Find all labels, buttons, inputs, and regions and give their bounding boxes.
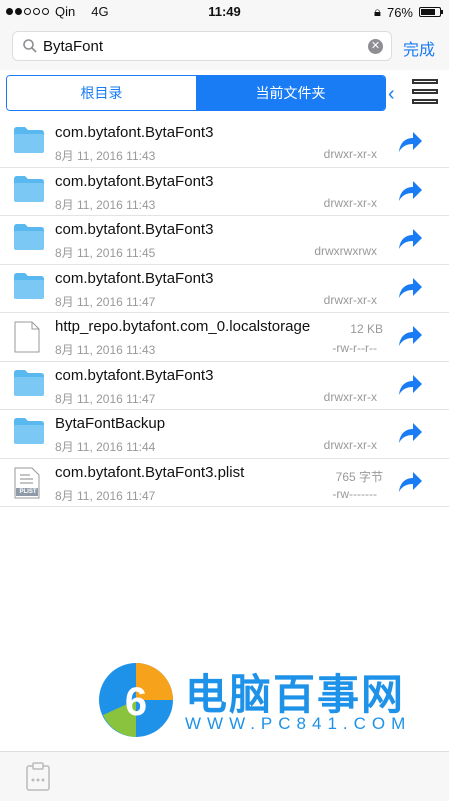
watermark-title: 电脑百事网 (185, 671, 406, 718)
watermark-url: WWW.PC841.COM (185, 714, 412, 733)
file-date: 8月 11, 2016 11:47 (55, 294, 156, 309)
search-bar: BytaFont ✕ 完成 (0, 24, 449, 70)
share-arrow-icon (399, 229, 422, 249)
folder-icon (14, 272, 44, 299)
file-icon-wrap: PLIST (14, 467, 40, 504)
file-date: 8月 11, 2016 11:43 (55, 149, 156, 163)
watermark-logo: 6 (99, 663, 173, 737)
file-date: 8月 11, 2016 11:45 (55, 246, 156, 260)
share-arrow-icon (399, 471, 422, 492)
clipboard-icon[interactable] (25, 762, 51, 792)
file-icon-wrap (14, 127, 44, 158)
share-arrow-icon (399, 180, 422, 201)
share-button[interactable] (397, 422, 423, 449)
battery-percent: 76% (386, 4, 413, 20)
search-value: BytaFont (43, 38, 104, 55)
file-date: 8月 11, 2016 11:43 (55, 197, 156, 212)
plist-icon-label: PLIST (19, 488, 37, 495)
file-permissions: drwxrwxrwx (314, 244, 377, 258)
file-size: 765 字节 (335, 469, 383, 484)
file-icon-wrap (14, 321, 40, 358)
status-bar: Qin 4G 11:49 🔒︎ 76% (0, 0, 449, 24)
file-date: 8月 11, 2016 11:43 (55, 343, 156, 357)
share-button[interactable] (397, 471, 423, 498)
file-row[interactable]: PLIST com.bytafont.BytaFont3.plist 8月 11, … (0, 459, 449, 507)
file-permissions: drwxr-xr-x (323, 389, 377, 404)
share-arrow-icon (399, 374, 422, 395)
share-arrow-icon (399, 326, 422, 346)
share-button[interactable] (397, 228, 423, 255)
share-button[interactable] (397, 277, 423, 304)
bottom-toolbar (0, 751, 449, 801)
search-icon (23, 39, 37, 53)
file-name: com.bytafont.BytaFont3 (55, 366, 214, 384)
folder-icon (14, 418, 44, 444)
battery-icon (419, 7, 443, 17)
file-date: 8月 11, 2016 11:44 (55, 440, 156, 454)
location-segmented-control: 根目录 当前文件夹 (6, 75, 386, 111)
folder-icon (14, 127, 44, 153)
share-button[interactable] (397, 325, 423, 352)
back-chevron-icon[interactable]: ‹ (388, 83, 395, 106)
file-name: com.bytafont.BytaFont3 (55, 269, 214, 287)
file-size: 12 KB (350, 322, 383, 336)
file-icon-wrap (14, 418, 44, 449)
file-icon-wrap (14, 369, 44, 401)
file-row[interactable]: com.bytafont.BytaFont3 8月 11, 2016 11:45 d… (0, 216, 449, 265)
search-input[interactable]: BytaFont ✕ (12, 31, 392, 61)
folder-icon (14, 369, 44, 396)
tab-root[interactable]: 根目录 (7, 76, 196, 110)
share-arrow-icon (399, 132, 422, 152)
file-row[interactable]: com.bytafont.BytaFont3 8月 11, 2016 11:43 d… (0, 119, 449, 168)
file-row[interactable]: com.bytafont.BytaFont3 8月 11, 2016 11:43 d… (0, 168, 449, 216)
status-right: 🔒︎ 76% (374, 4, 443, 20)
file-icon-wrap (14, 175, 44, 207)
folder-icon (14, 175, 44, 202)
folder-icon (14, 224, 44, 250)
file-permissions: drwxr-xr-x (323, 292, 377, 307)
document-icon (14, 321, 40, 353)
file-date: 8月 11, 2016 11:47 (55, 488, 156, 503)
file-icon-wrap (14, 272, 44, 304)
file-row[interactable]: com.bytafont.BytaFont3 8月 11, 2016 11:47 d… (0, 265, 449, 313)
file-name: com.bytafont.BytaFont3 (55, 221, 214, 238)
tab-current-folder[interactable]: 当前文件夹 (196, 76, 385, 110)
file-row[interactable]: http_repo.bytafont.com_0.localstorage 8月 … (0, 313, 449, 362)
file-date: 8月 11, 2016 11:47 (55, 391, 156, 406)
share-arrow-icon (399, 423, 422, 443)
file-permissions: -rw------- (332, 486, 377, 501)
file-permissions: drwxr-xr-x (323, 438, 377, 452)
file-permissions: -rw-r--r-- (332, 341, 377, 355)
file-name: com.bytafont.BytaFont3.plist (55, 463, 245, 481)
watermark: 6 电脑百事网 WWW.PC841.COM (95, 655, 435, 745)
file-permissions: drwxr-xr-x (323, 147, 377, 161)
file-name: com.bytafont.BytaFont3 (55, 124, 214, 141)
orientation-lock-icon: 🔒︎ (374, 4, 381, 19)
file-row[interactable]: BytaFontBackup 8月 11, 2016 11:44 drwxr-xr-… (0, 410, 449, 459)
file-list: com.bytafont.BytaFont3 8月 11, 2016 11:43 d… (0, 119, 449, 507)
share-button[interactable] (397, 374, 423, 401)
file-permissions: drwxr-xr-x (323, 195, 377, 210)
svg-text:6: 6 (125, 680, 147, 724)
file-name: http_repo.bytafont.com_0.localstorage (55, 318, 311, 335)
share-button[interactable] (397, 180, 423, 207)
share-button[interactable] (397, 131, 423, 158)
share-arrow-icon (399, 277, 422, 298)
clear-icon[interactable]: ✕ (368, 39, 383, 54)
done-button[interactable]: 完成 (403, 36, 435, 60)
file-row[interactable]: com.bytafont.BytaFont3 8月 11, 2016 11:47 d… (0, 362, 449, 410)
list-view-icon[interactable] (412, 79, 438, 105)
file-icon-wrap (14, 224, 44, 255)
file-name: BytaFontBackup (55, 415, 166, 432)
file-name: com.bytafont.BytaFont3 (55, 172, 214, 190)
